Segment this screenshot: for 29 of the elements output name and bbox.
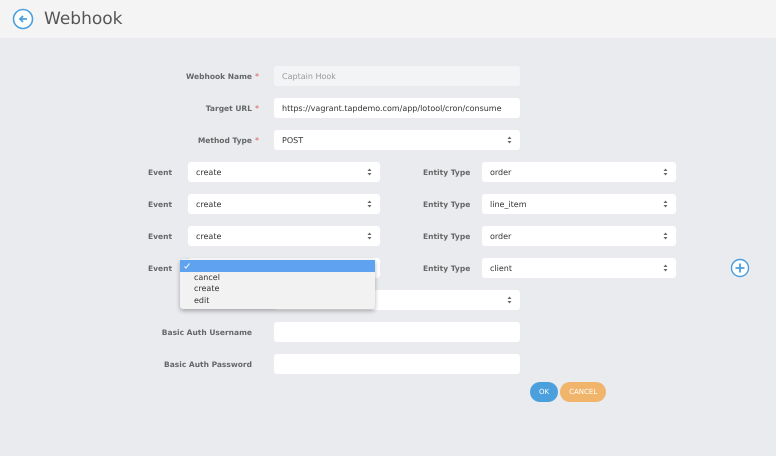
dropdown-option[interactable] <box>180 260 375 272</box>
required-mark: * <box>255 72 260 80</box>
dropdown-option[interactable]: edit <box>180 294 375 306</box>
entity-type-select[interactable]: client <box>482 258 676 278</box>
add-icon[interactable] <box>730 258 750 278</box>
select-arrows-icon <box>663 200 668 208</box>
select-arrows-icon <box>507 136 512 144</box>
event-select[interactable]: create <box>188 162 380 182</box>
entity-type-select[interactable]: order <box>482 226 676 246</box>
select-arrows-icon <box>507 296 512 304</box>
check-icon <box>184 262 190 269</box>
select-arrows-icon <box>663 168 668 176</box>
entity-type-select[interactable]: order <box>482 162 676 182</box>
dropdown-option[interactable]: create <box>180 283 375 294</box>
event-select[interactable]: create <box>188 226 380 246</box>
select-field[interactable]: POST <box>274 130 520 150</box>
required-mark: * <box>255 104 260 112</box>
select-arrows-icon <box>367 200 372 208</box>
required-mark: * <box>255 136 260 144</box>
input-field[interactable]: https://vagrant.tapdemo.com/app/lotool/cron/consume <box>274 98 520 118</box>
dropdown-option[interactable]: cancel <box>180 272 375 283</box>
event-select[interactable]: create <box>188 194 380 214</box>
select-arrows-icon <box>367 232 372 240</box>
page-title: Webhook <box>44 9 122 29</box>
select-arrows-icon <box>663 264 668 272</box>
entity-type-select[interactable]: line_item <box>482 194 676 214</box>
select-arrows-icon <box>367 168 372 176</box>
back-icon[interactable] <box>12 8 34 30</box>
select-arrows-icon <box>663 232 668 240</box>
